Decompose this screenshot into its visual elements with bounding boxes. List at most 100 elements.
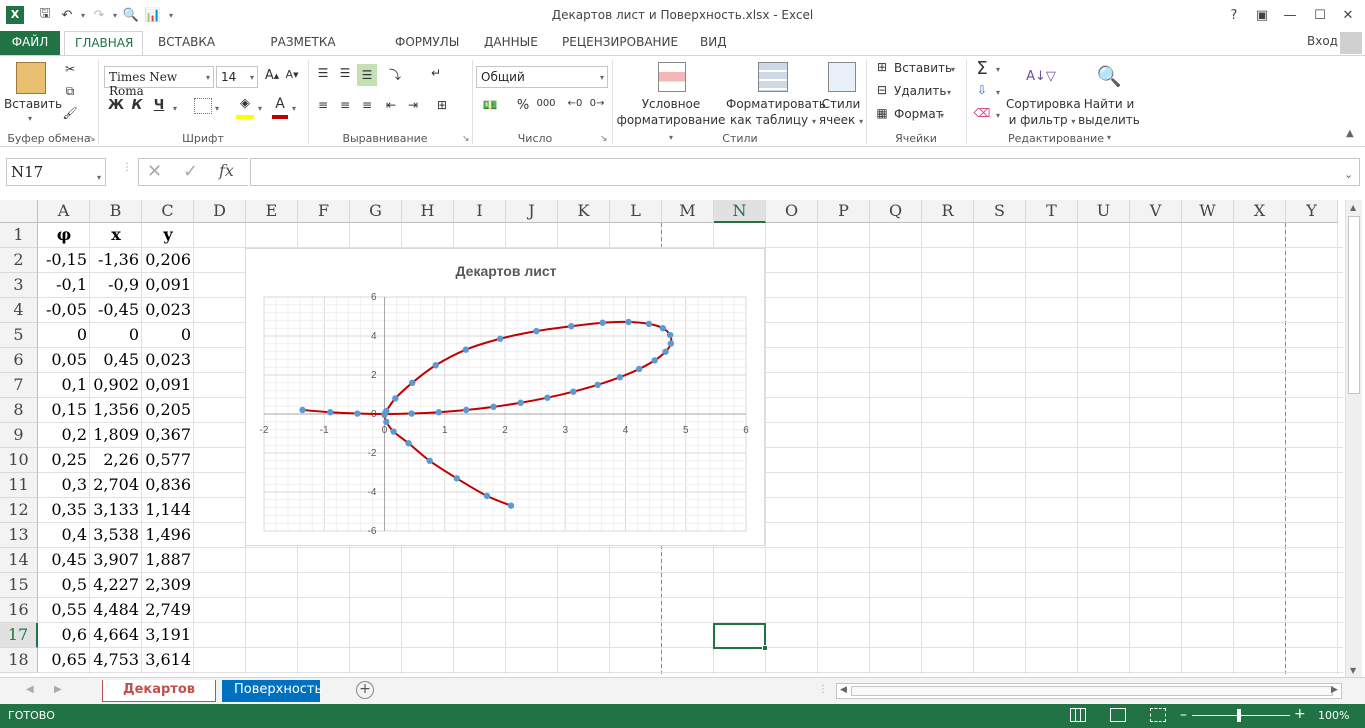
chart[interactable]: Декартов лист -2 -1 0 1 2 3 4 5 6 -6 -4 -2 0 2 4 6	[245, 248, 765, 546]
fill-down-icon[interactable]: ⇩	[972, 83, 992, 97]
scroll-up-icon[interactable]: ▲	[1350, 203, 1356, 212]
cell-B8[interactable]: 1,356	[90, 398, 142, 423]
row-header[interactable]: 7	[0, 373, 38, 398]
row-header[interactable]: 16	[0, 598, 38, 623]
avatar[interactable]	[1340, 32, 1362, 54]
column-header[interactable]: D	[194, 200, 246, 223]
decrease-decimal-icon[interactable]: 0→	[588, 98, 606, 109]
cell-B12[interactable]: 3,133	[90, 498, 142, 523]
name-box[interactable]: N17 ▾	[6, 158, 106, 186]
cell-C18[interactable]: 3,614	[142, 648, 194, 673]
cell-B6[interactable]: 0,45	[90, 348, 142, 373]
fill-dropdown-icon[interactable]: ▾	[996, 88, 1000, 97]
percent-button[interactable]: %	[514, 98, 532, 113]
font-color-dropdown-icon[interactable]: ▾	[292, 104, 296, 113]
format-painter-icon[interactable]: 🖌	[60, 104, 80, 122]
sort-filter-icon[interactable]: A↓▽	[1024, 60, 1058, 92]
row-header[interactable]: 3	[0, 273, 38, 298]
cell-B1[interactable]: x	[90, 223, 142, 248]
column-header[interactable]: S	[974, 200, 1026, 223]
column-header[interactable]: I	[454, 200, 506, 223]
cell-C13[interactable]: 1,496	[142, 523, 194, 548]
row-header[interactable]: 1	[0, 223, 38, 248]
data-point[interactable]	[507, 502, 515, 509]
row-header[interactable]: 9	[0, 423, 38, 448]
column-header[interactable]: C	[142, 200, 194, 223]
row-header[interactable]: 4	[0, 298, 38, 323]
page-break-icon[interactable]	[1150, 708, 1166, 722]
align-left-icon[interactable]: ≡	[314, 98, 332, 112]
data-point[interactable]	[490, 403, 497, 411]
cell-A6[interactable]: 0,05	[38, 348, 90, 373]
tab-data[interactable]: ДАННЫЕ	[474, 31, 546, 56]
fill-dropdown-icon[interactable]: ▾	[258, 104, 262, 113]
signin-link[interactable]: Вход	[1307, 34, 1338, 48]
decrease-font-icon[interactable]: A ▼	[284, 68, 300, 81]
cell-B10[interactable]: 2,26	[90, 448, 142, 473]
cell-A13[interactable]: 0,4	[38, 523, 90, 548]
paste-button[interactable]: Вставить	[4, 96, 62, 112]
ribbon-display-icon[interactable]: ▣	[1248, 4, 1276, 26]
data-point[interactable]	[645, 320, 653, 328]
cell-A4[interactable]: -0,05	[38, 298, 90, 323]
data-point[interactable]	[409, 379, 416, 386]
paste-dropdown-icon[interactable]: ▾	[28, 114, 32, 123]
data-point[interactable]	[383, 418, 390, 425]
delete-cells-icon[interactable]: ⊟	[874, 83, 890, 97]
zoom-slider[interactable]	[1192, 715, 1290, 716]
row-header[interactable]: 11	[0, 473, 38, 498]
format-cells-button[interactable]: Формат	[894, 106, 943, 122]
column-header[interactable]: G	[350, 200, 402, 223]
expand-formula-icon[interactable]: ⌄	[1344, 168, 1353, 181]
add-sheet-icon[interactable]: +	[356, 681, 374, 699]
cell-C3[interactable]: 0,091	[142, 273, 194, 298]
data-point[interactable]	[635, 365, 643, 373]
paste-icon[interactable]	[16, 62, 46, 94]
format-as-table-icon[interactable]	[758, 62, 788, 92]
cell-B18[interactable]: 4,753	[90, 648, 142, 673]
insert-cells-icon[interactable]: ⊞	[874, 60, 890, 74]
data-point[interactable]	[616, 374, 624, 381]
prev-sheet-icon[interactable]: ◀	[26, 684, 34, 695]
row-header[interactable]: 5	[0, 323, 38, 348]
vertical-scroll-thumb[interactable]	[1348, 216, 1360, 394]
cell-C12[interactable]: 1,144	[142, 498, 194, 523]
zoom-out-icon[interactable]: –	[1180, 707, 1187, 723]
cell-A12[interactable]: 0,35	[38, 498, 90, 523]
column-header[interactable]: W	[1182, 200, 1234, 223]
number-format-select[interactable]: Общий ▾	[476, 66, 608, 88]
data-point[interactable]	[432, 362, 439, 369]
sheet-tab-poverkhnost[interactable]: Поверхность	[222, 680, 322, 702]
data-point[interactable]	[517, 399, 524, 406]
column-header[interactable]: H	[402, 200, 454, 223]
horizontal-scroll-thumb[interactable]	[851, 686, 1333, 696]
tab-view[interactable]: ВИД	[690, 31, 734, 56]
cell-B4[interactable]: -0,45	[90, 298, 142, 323]
align-middle-icon[interactable]: ☰	[336, 66, 354, 80]
minimize-icon[interactable]: —	[1276, 4, 1304, 26]
format-cells-icon[interactable]: ▦	[874, 106, 890, 120]
row-header[interactable]: 2	[0, 248, 38, 273]
data-point[interactable]	[390, 428, 397, 435]
cut-icon[interactable]: ✂	[60, 60, 80, 78]
scroll-down-icon[interactable]: ▼	[1350, 666, 1356, 675]
data-point[interactable]	[426, 457, 433, 464]
active-cell[interactable]	[713, 623, 766, 649]
maximize-icon[interactable]: ☐	[1306, 4, 1334, 26]
data-point[interactable]	[405, 440, 412, 447]
tab-home[interactable]: ГЛАВНАЯ	[64, 31, 143, 56]
column-header[interactable]: E	[246, 200, 298, 223]
collapse-ribbon-icon[interactable]: ▲	[1346, 128, 1354, 139]
data-point[interactable]	[625, 318, 632, 326]
cell-C4[interactable]: 0,023	[142, 298, 194, 323]
increase-indent-icon[interactable]: ⇥	[404, 98, 422, 112]
data-point[interactable]	[462, 346, 470, 353]
data-point[interactable]	[381, 411, 388, 419]
align-bottom-icon[interactable]: ☰	[357, 64, 377, 86]
merge-center-icon[interactable]: ⊞	[430, 98, 454, 112]
autosum-dropdown-icon[interactable]: ▾	[996, 65, 1000, 74]
row-header[interactable]: 8	[0, 398, 38, 423]
data-point[interactable]	[392, 395, 399, 402]
cell-C15[interactable]: 2,309	[142, 573, 194, 598]
horizontal-scrollbar[interactable]: ◀ ▶	[836, 683, 1342, 699]
